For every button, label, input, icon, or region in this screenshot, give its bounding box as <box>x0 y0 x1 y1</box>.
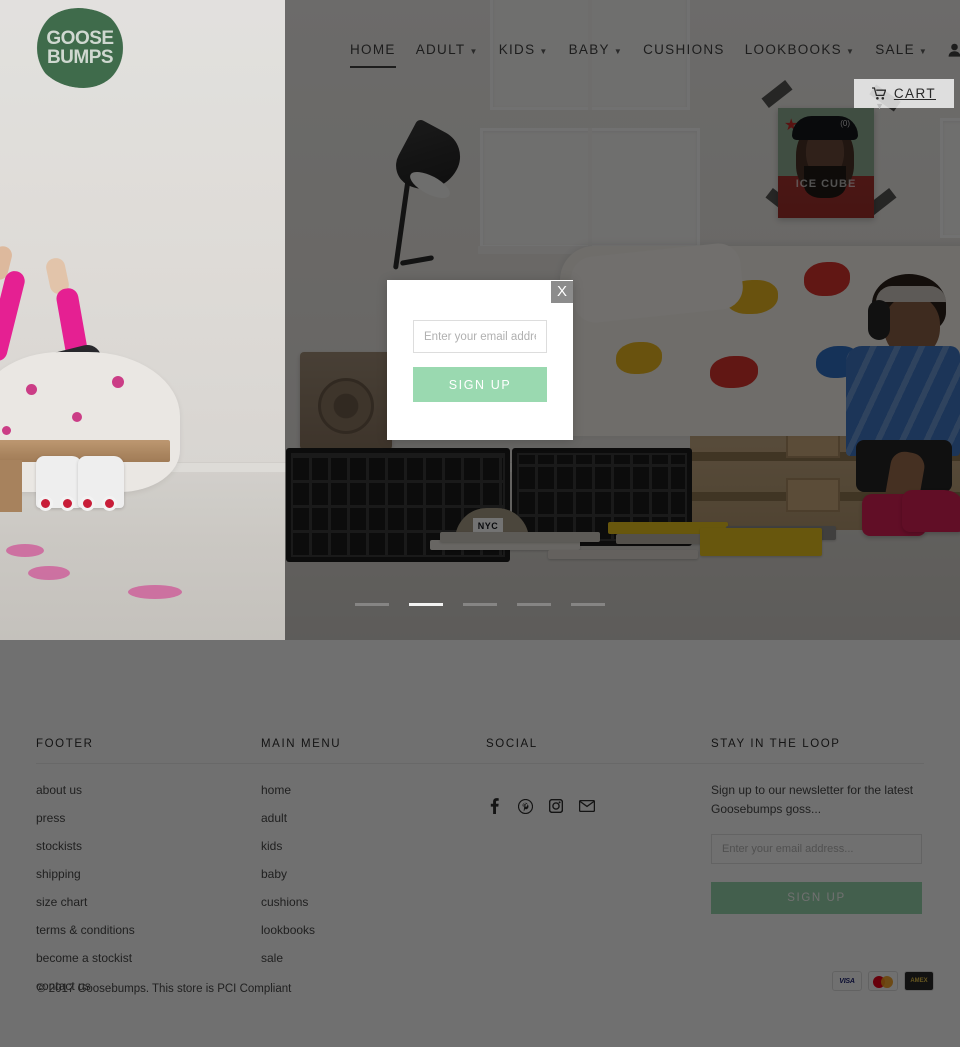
amex-card-icon: AMEX <box>904 971 934 991</box>
footer-link-stockists[interactable]: stockists <box>36 839 82 853</box>
facebook-icon[interactable] <box>486 798 502 814</box>
nav-label: CUSHIONS <box>643 42 725 57</box>
footer-link-terms[interactable]: terms & conditions <box>36 923 135 937</box>
carousel-dot[interactable] <box>517 603 551 606</box>
footer-link-home[interactable]: home <box>261 783 291 797</box>
footer-bottom-bar: © 2017 Goosebumps. This store is PCI Com… <box>0 971 960 1047</box>
carousel-dot-active[interactable] <box>409 603 443 606</box>
carousel-indicators[interactable] <box>0 603 960 606</box>
chevron-down-icon: ▼ <box>469 47 479 56</box>
content-spacer <box>0 640 960 708</box>
site-header: GOOSE BUMPS HOME ADULT ▼ KIDS ▼ BABY ▼ CUSH… <box>0 0 960 111</box>
newsletter-email-input[interactable] <box>711 834 922 864</box>
list-item: shipping <box>36 865 261 883</box>
list-item: sale <box>261 949 486 967</box>
user-icon[interactable] <box>938 37 960 63</box>
site-footer: FOOTER about us press stockists shipping… <box>0 708 960 1047</box>
list-item: lookbooks <box>261 921 486 939</box>
nav-item-adult[interactable]: ADULT ▼ <box>406 36 489 63</box>
chevron-down-icon: ▼ <box>539 47 549 56</box>
list-item: terms & conditions <box>36 921 261 939</box>
footer-link-size-chart[interactable]: size chart <box>36 895 87 909</box>
footer-column-newsletter: STAY IN THE LOOP Sign up to our newslett… <box>711 738 924 1005</box>
footer-link-kids[interactable]: kids <box>261 839 282 853</box>
list-item: baby <box>261 865 486 883</box>
close-icon[interactable]: X <box>551 281 573 303</box>
footer-link-list: home adult kids baby cushions lookbooks … <box>261 781 486 967</box>
cart-chevron-down-icon: ▼ <box>875 101 884 111</box>
newsletter-signup-button[interactable]: SIGN UP <box>711 882 922 914</box>
list-item: stockists <box>36 837 261 855</box>
list-item: about us <box>36 781 261 799</box>
carousel-dot[interactable] <box>463 603 497 606</box>
nav-label: KIDS <box>498 42 536 57</box>
newsletter-description: Sign up to our newsletter for the latest… <box>711 783 914 816</box>
nav-item-baby[interactable]: BABY ▼ <box>559 36 633 63</box>
list-item: home <box>261 781 486 799</box>
nav-item-lookbooks[interactable]: LOOKBOOKS ▼ <box>735 36 865 63</box>
footer-column-main-menu: MAIN MENU home adult kids baby cushions … <box>261 738 486 1005</box>
modal-signup-button[interactable]: SIGN UP <box>413 367 547 402</box>
cart-label: CART <box>893 86 936 101</box>
footer-link-adult[interactable]: adult <box>261 811 287 825</box>
chevron-down-icon: ▼ <box>845 47 856 56</box>
carousel-dot[interactable] <box>355 603 389 606</box>
list-item: size chart <box>36 893 261 911</box>
visa-card-icon: VISA <box>832 971 862 991</box>
email-icon[interactable] <box>579 798 595 814</box>
footer-heading: SOCIAL <box>486 738 711 764</box>
list-item: adult <box>261 809 486 827</box>
pinterest-icon[interactable] <box>517 798 533 814</box>
footer-column-footer: FOOTER about us press stockists shipping… <box>36 738 261 1005</box>
list-item: press <box>36 809 261 827</box>
list-item: kids <box>261 837 486 855</box>
chevron-down-icon: ▼ <box>918 47 929 56</box>
nav-label: HOME <box>350 42 396 57</box>
chevron-down-icon: ▼ <box>613 47 624 56</box>
page-root: ICE CUBE <box>0 0 960 1047</box>
instagram-icon[interactable] <box>548 798 564 814</box>
footer-heading: FOOTER <box>36 738 261 764</box>
logo-text: GOOSE BUMPS <box>34 8 126 88</box>
list-item: cushions <box>261 893 486 911</box>
shopping-cart-icon <box>871 87 886 100</box>
footer-heading: MAIN MENU <box>261 738 486 764</box>
nav-item-sale[interactable]: SALE ▼ <box>865 36 938 63</box>
modal-email-input[interactable] <box>413 320 547 353</box>
nav-item-kids[interactable]: KIDS ▼ <box>489 36 559 63</box>
footer-column-social: SOCIAL <box>486 738 711 1005</box>
footer-heading: STAY IN THE LOOP <box>711 738 924 764</box>
footer-link-press[interactable]: press <box>36 811 65 825</box>
mastercard-icon <box>868 971 898 991</box>
footer-link-cushions[interactable]: cushions <box>261 895 308 909</box>
footer-link-baby[interactable]: baby <box>261 867 287 881</box>
carousel-dot[interactable] <box>571 603 605 606</box>
nav-item-cushions[interactable]: CUSHIONS <box>633 36 735 63</box>
site-logo[interactable]: GOOSE BUMPS <box>34 8 126 88</box>
footer-link-become-a-stockist[interactable]: become a stockist <box>36 951 132 965</box>
list-item: become a stockist <box>36 949 261 967</box>
logo-line-2: BUMPS <box>46 46 114 68</box>
social-links[interactable] <box>486 798 711 814</box>
footer-link-about-us[interactable]: about us <box>36 783 82 797</box>
logo-line-1: GOOSE <box>46 27 114 49</box>
payment-methods: VISA AMEX <box>832 971 934 991</box>
newsletter-modal: SIGN UP <box>387 280 573 440</box>
nav-label: BABY <box>568 42 610 57</box>
nav-label: ADULT <box>415 42 466 57</box>
nav-label: SALE <box>875 42 915 57</box>
footer-link-sale[interactable]: sale <box>261 951 283 965</box>
footer-link-lookbooks[interactable]: lookbooks <box>261 923 315 937</box>
main-navigation[interactable]: HOME ADULT ▼ KIDS ▼ BABY ▼ CUSHIONS LOOKBOO… <box>340 36 960 68</box>
footer-link-list: about us press stockists shipping size c… <box>36 781 261 995</box>
cart-button[interactable]: CART <box>853 79 954 108</box>
copyright-text: © 2017 Goosebumps. This store is PCI Com… <box>37 983 292 995</box>
footer-link-shipping[interactable]: shipping <box>36 867 81 881</box>
nav-label: LOOKBOOKS <box>744 42 842 57</box>
nav-item-home[interactable]: HOME <box>340 36 406 68</box>
